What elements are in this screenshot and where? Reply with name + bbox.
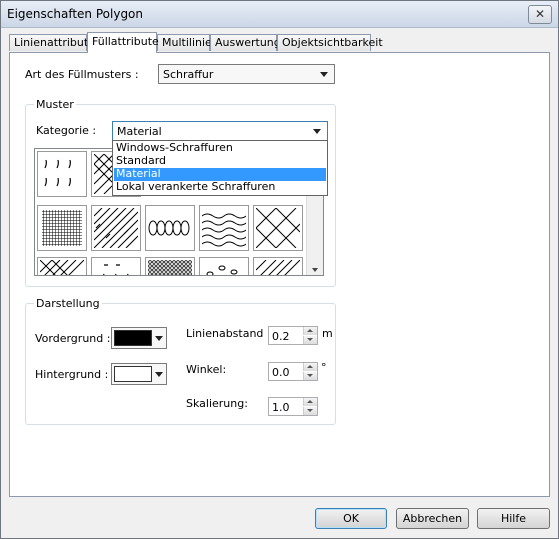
pattern-waves-icon bbox=[202, 213, 246, 247]
spacing-stepper[interactable]: 0.2 bbox=[268, 326, 318, 345]
tab-auswertung[interactable]: Auswertung bbox=[210, 34, 281, 51]
tab-fuellattribute[interactable]: Füllattribute bbox=[87, 32, 159, 53]
darstellung-group-title: Darstellung bbox=[34, 297, 102, 310]
pattern-cell[interactable] bbox=[199, 205, 249, 251]
fill-type-value: Schraffur bbox=[163, 68, 214, 81]
chevron-down-icon bbox=[313, 129, 321, 134]
pattern-hatch-icon bbox=[40, 260, 84, 275]
window-title: Eigenschaften Polygon bbox=[7, 7, 144, 21]
dropdown-option-lokal-verankerte-schraffuren[interactable]: Lokal verankerte Schraffuren bbox=[114, 181, 326, 194]
angle-unit: ° bbox=[321, 361, 327, 374]
scale-label: Skalierung: bbox=[186, 397, 248, 410]
spacing-unit: m bbox=[322, 327, 333, 340]
spacing-value: 0.2 bbox=[272, 330, 290, 343]
title-bar: Eigenschaften Polygon ✕ bbox=[1, 1, 558, 28]
pattern-cell[interactable] bbox=[199, 257, 249, 275]
scale-stepper[interactable]: 1.0 bbox=[268, 397, 318, 416]
pattern-cell[interactable] bbox=[91, 205, 141, 251]
fill-type-label: Art des Füllmusters : bbox=[25, 68, 139, 81]
pattern-cell[interactable] bbox=[145, 257, 195, 275]
pattern-reed-icon bbox=[44, 159, 71, 187]
spin-down-icon[interactable] bbox=[303, 372, 317, 380]
chevron-down-icon bbox=[155, 336, 163, 341]
category-label: Kategorie : bbox=[36, 124, 97, 137]
category-select[interactable]: Material bbox=[112, 121, 328, 141]
scale-value: 1.0 bbox=[272, 401, 290, 414]
tab-linienattribute[interactable]: Linienattribute bbox=[9, 34, 95, 51]
foreground-swatch bbox=[114, 330, 152, 346]
cancel-button[interactable]: Abbrechen bbox=[396, 508, 469, 529]
chevron-down-icon bbox=[320, 72, 328, 77]
pattern-dots-grid-icon bbox=[148, 260, 192, 275]
pattern-loops-icon bbox=[148, 220, 190, 236]
category-dropdown-list: Windows-Schraffuren Standard Material Lo… bbox=[112, 140, 328, 196]
pattern-diamond-icon bbox=[256, 208, 300, 248]
close-button[interactable]: ✕ bbox=[528, 5, 552, 24]
angle-label: Winkel: bbox=[186, 363, 227, 376]
pattern-cell[interactable] bbox=[91, 257, 141, 275]
spin-down-icon[interactable] bbox=[303, 336, 317, 344]
help-button[interactable]: Hilfe bbox=[477, 508, 550, 529]
fill-type-select[interactable]: Schraffur bbox=[158, 64, 335, 84]
pattern-cell[interactable] bbox=[37, 257, 87, 275]
pattern-diagonal-lines-icon bbox=[256, 260, 300, 275]
spin-down-icon[interactable] bbox=[303, 407, 317, 415]
spin-up-icon[interactable] bbox=[303, 398, 317, 406]
tab-multilinie[interactable]: Multilinie bbox=[157, 34, 212, 51]
angle-value: 0.0 bbox=[272, 366, 290, 379]
ok-button[interactable]: OK bbox=[315, 508, 387, 529]
spacing-label: Linienabstand : bbox=[186, 327, 271, 340]
pattern-cell[interactable] bbox=[253, 257, 303, 275]
pattern-pebbles-icon bbox=[206, 265, 238, 275]
muster-group-title: Muster bbox=[34, 98, 76, 111]
category-value: Material bbox=[117, 125, 162, 138]
pattern-diagonal-icon bbox=[94, 208, 138, 248]
pattern-dense-grid-icon bbox=[42, 210, 82, 246]
spin-up-icon[interactable] bbox=[303, 363, 317, 371]
tab-objektsichtbarkeit[interactable]: Objektsichtbarkeit bbox=[277, 34, 383, 51]
background-color-picker[interactable] bbox=[111, 363, 167, 385]
background-label: Hintergrund : bbox=[35, 368, 109, 381]
dialog-window: Eigenschaften Polygon ✕ Linienattribute … bbox=[0, 0, 559, 539]
pattern-slashes-icon bbox=[103, 264, 129, 275]
pattern-cell[interactable] bbox=[145, 205, 195, 251]
spin-up-icon[interactable] bbox=[303, 327, 317, 335]
pattern-cell[interactable] bbox=[37, 205, 87, 251]
chevron-down-icon bbox=[155, 372, 163, 377]
background-swatch bbox=[114, 366, 152, 382]
pattern-cell[interactable] bbox=[37, 151, 87, 197]
angle-stepper[interactable]: 0.0 bbox=[268, 362, 318, 381]
pattern-cell[interactable] bbox=[253, 205, 303, 251]
foreground-label: Vordergrund : bbox=[35, 332, 111, 345]
close-icon: ✕ bbox=[534, 7, 546, 21]
foreground-color-picker[interactable] bbox=[111, 327, 167, 349]
